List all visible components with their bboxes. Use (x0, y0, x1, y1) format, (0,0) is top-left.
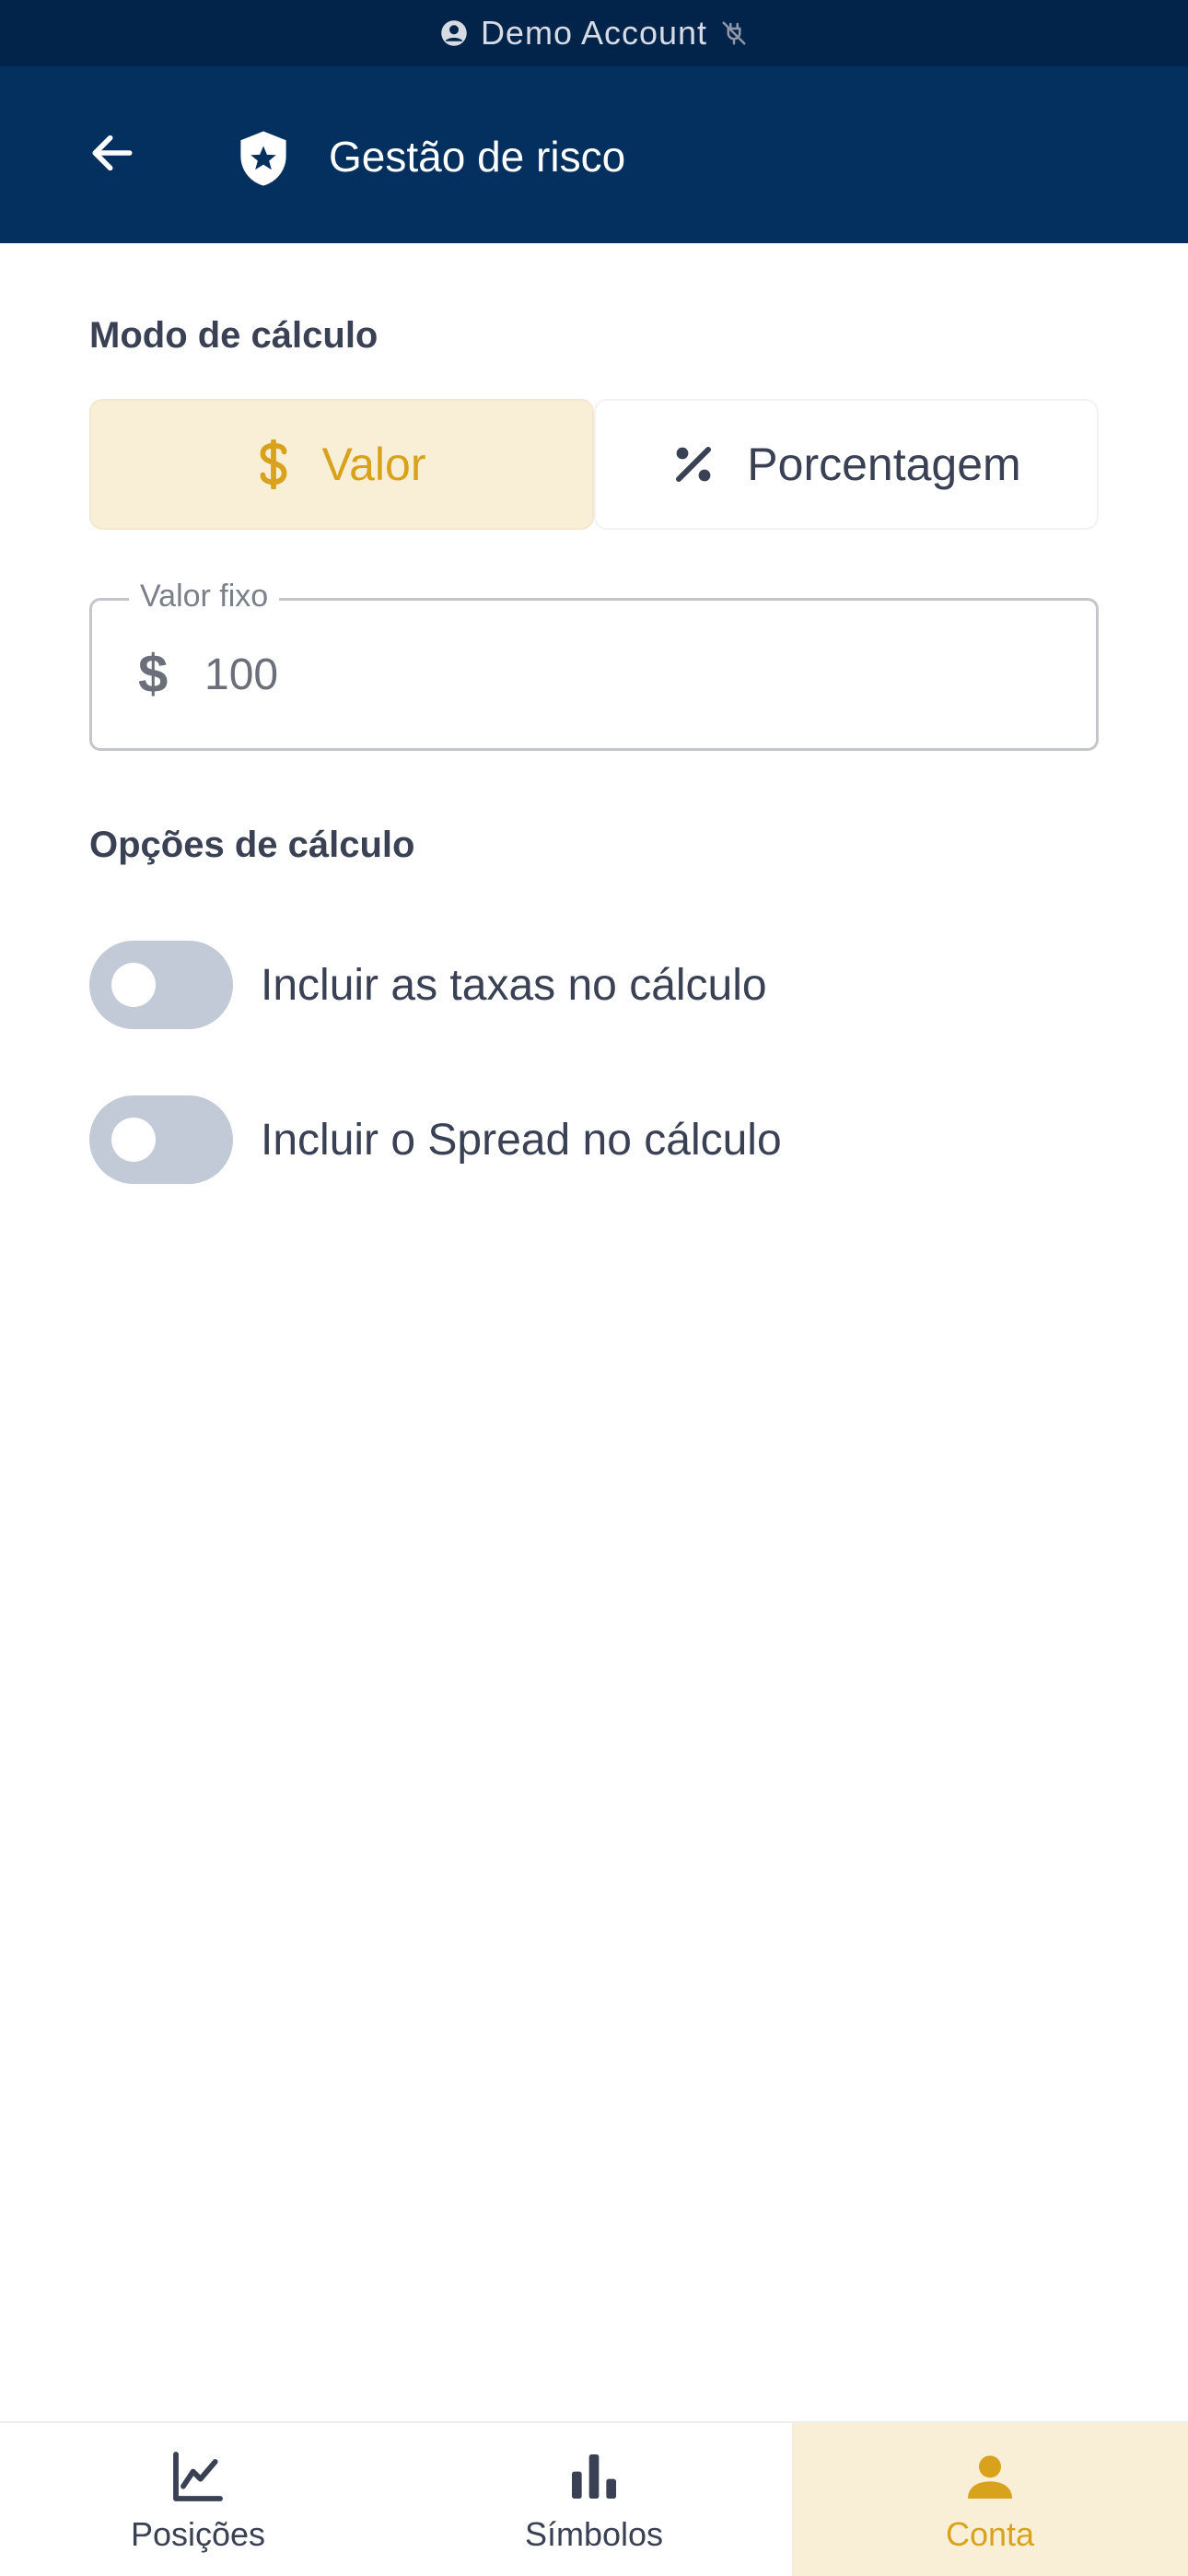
disconnected-plug-icon (720, 19, 748, 47)
toggle-knob (111, 1118, 156, 1162)
dollar-icon (257, 439, 290, 489)
include-fees-toggle[interactable] (89, 941, 233, 1029)
include-fees-label: Incluir as taxas no cálculo (261, 960, 767, 1010)
percent-icon (671, 442, 716, 486)
toggle-row-spread[interactable]: Incluir o Spread no cálculo (89, 1095, 782, 1184)
mode-percentage-button[interactable]: Porcentagem (594, 399, 1099, 530)
mode-value-label: Valor (321, 439, 426, 490)
demo-account-banner: Demo Account (0, 0, 1188, 66)
app-header: Gestão de risco (0, 66, 1188, 243)
nav-label-symbols: Símbolos (524, 2515, 664, 2553)
toggle-row-fees[interactable]: Incluir as taxas no cálculo (89, 941, 767, 1029)
arrow-left-icon (87, 127, 138, 183)
fixed-value-legend: Valor fixo (129, 579, 280, 615)
line-chart-icon (169, 2447, 227, 2506)
nav-label-account: Conta (945, 2515, 1035, 2553)
nav-label-positions: Posições (130, 2515, 266, 2553)
demo-account-label: Demo Account (480, 14, 708, 52)
include-spread-label: Incluir o Spread no cálculo (261, 1115, 782, 1165)
shield-star-icon (236, 129, 291, 188)
fixed-value-field: Valor fixo $ (89, 579, 1099, 751)
include-spread-toggle[interactable] (89, 1095, 233, 1184)
back-button[interactable] (83, 125, 142, 184)
nav-item-account[interactable]: Conta (792, 2423, 1188, 2576)
account-circle-icon (440, 19, 468, 47)
bar-chart-icon (565, 2447, 623, 2506)
fixed-value-input[interactable] (204, 638, 1033, 711)
currency-prefix: $ (138, 644, 169, 704)
nav-item-positions[interactable]: Posições (0, 2423, 396, 2576)
risk-management-screen: Demo Account Gestão de risco Modo de cál… (0, 0, 1188, 2576)
toggle-knob (111, 963, 156, 1007)
person-icon (961, 2447, 1019, 2506)
nav-item-symbols[interactable]: Símbolos (396, 2423, 792, 2576)
mode-percentage-label: Porcentagem (747, 439, 1021, 490)
page-title: Gestão de risco (329, 133, 626, 181)
mode-value-button[interactable]: Valor (89, 399, 594, 530)
calc-mode-label: Modo de cálculo (89, 315, 379, 356)
calc-options-label: Opções de cálculo (89, 825, 415, 865)
bottom-navigation: Posições Símbolos Conta (0, 2421, 1188, 2576)
